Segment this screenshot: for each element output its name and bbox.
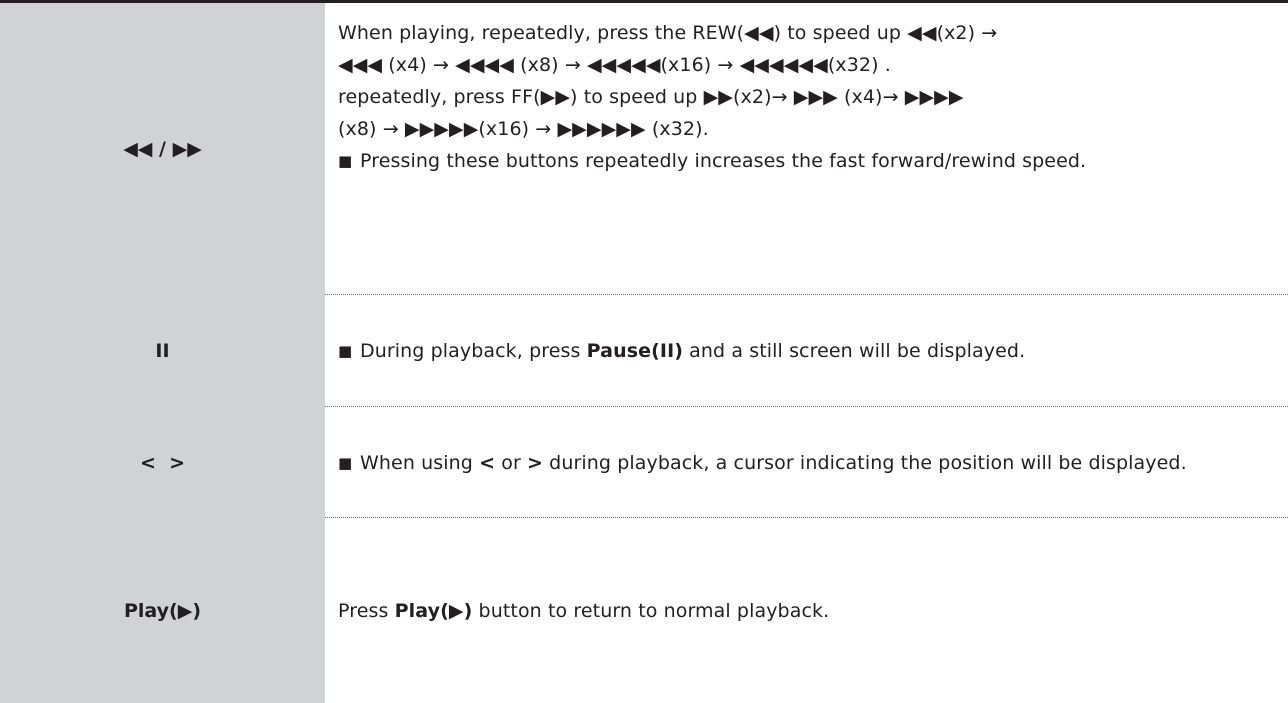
right-arrow-key: > [527, 451, 544, 474]
pause-button-name: Pause(II) [586, 340, 684, 362]
play-button-name: Play(▶) [394, 599, 473, 622]
ff-line-1: repeatedly, press FF(▶▶) to speed up ▶▶(… [338, 86, 964, 108]
left-arrow-key: < [479, 451, 496, 474]
bullet-text-pause: During playback, press Pause(II) and a s… [360, 335, 1025, 367]
desc-cell-play: Press Play(▶) button to return to normal… [325, 518, 1288, 703]
desc-cell-pause: ■ During playback, press Pause(II) and a… [325, 295, 1288, 407]
bullet-text-cursor: When using < or > during playback, a cur… [360, 447, 1187, 479]
desc-cell-rew-ff: When playing, repeatedly, press the REW(… [325, 3, 1288, 295]
desc-cell-cursor: ■ When using < or > during playback, a c… [325, 407, 1288, 518]
bullet-item-pause: ■ During playback, press Pause(II) and a… [338, 335, 1025, 367]
bullet-square-icon: ■ [338, 453, 353, 472]
table-row-pause: II ■ During playback, press Pause(II) an… [0, 295, 1288, 407]
table-row-rew-ff: ◀◀ / ▶▶ When playing, repeatedly, press … [0, 3, 1288, 295]
play-text: Press Play(▶) button to return to normal… [338, 595, 829, 627]
bullet-text-speed: Pressing these buttons repeatedly increa… [360, 150, 1087, 172]
bullet-item-speed: ■ Pressing these buttons repeatedly incr… [338, 145, 1280, 177]
key-cell-play: Play(▶) [0, 518, 325, 703]
table-row-cursor: < > ■ When using < or > during playback,… [0, 407, 1288, 518]
bullet-item-cursor: ■ When using < or > during playback, a c… [338, 447, 1187, 479]
pause-text-post: and a still screen will be displayed. [683, 340, 1026, 362]
ff-line-2: (x8) → ▶▶▶▶▶(x16) → ▶▶▶▶▶▶ (x32). [338, 118, 709, 140]
play-text-post: button to return to normal playback. [472, 599, 830, 622]
key-cell-pause: II [0, 295, 325, 407]
cursor-text-mid: or [495, 451, 528, 474]
table-row-play: Play(▶) Press Play(▶) button to return t… [0, 518, 1288, 703]
cursor-text-post: during playback, a cursor indicating the… [543, 451, 1187, 474]
bullet-square-icon: ■ [338, 152, 353, 170]
key-cell-rew-ff: ◀◀ / ▶▶ [0, 3, 325, 295]
cursor-text-pre: When using [360, 451, 480, 474]
play-text-pre: Press [338, 599, 395, 622]
pause-text-pre: During playback, press [360, 340, 587, 362]
key-cell-cursor: < > [0, 407, 325, 518]
bullet-square-icon: ■ [338, 342, 353, 360]
rew-line-2: ◀◀◀ (x4) → ◀◀◀◀ (x8) → ◀◀◀◀◀(x16) → ◀◀◀◀… [338, 54, 891, 76]
rew-line-1: When playing, repeatedly, press the REW(… [338, 22, 998, 44]
